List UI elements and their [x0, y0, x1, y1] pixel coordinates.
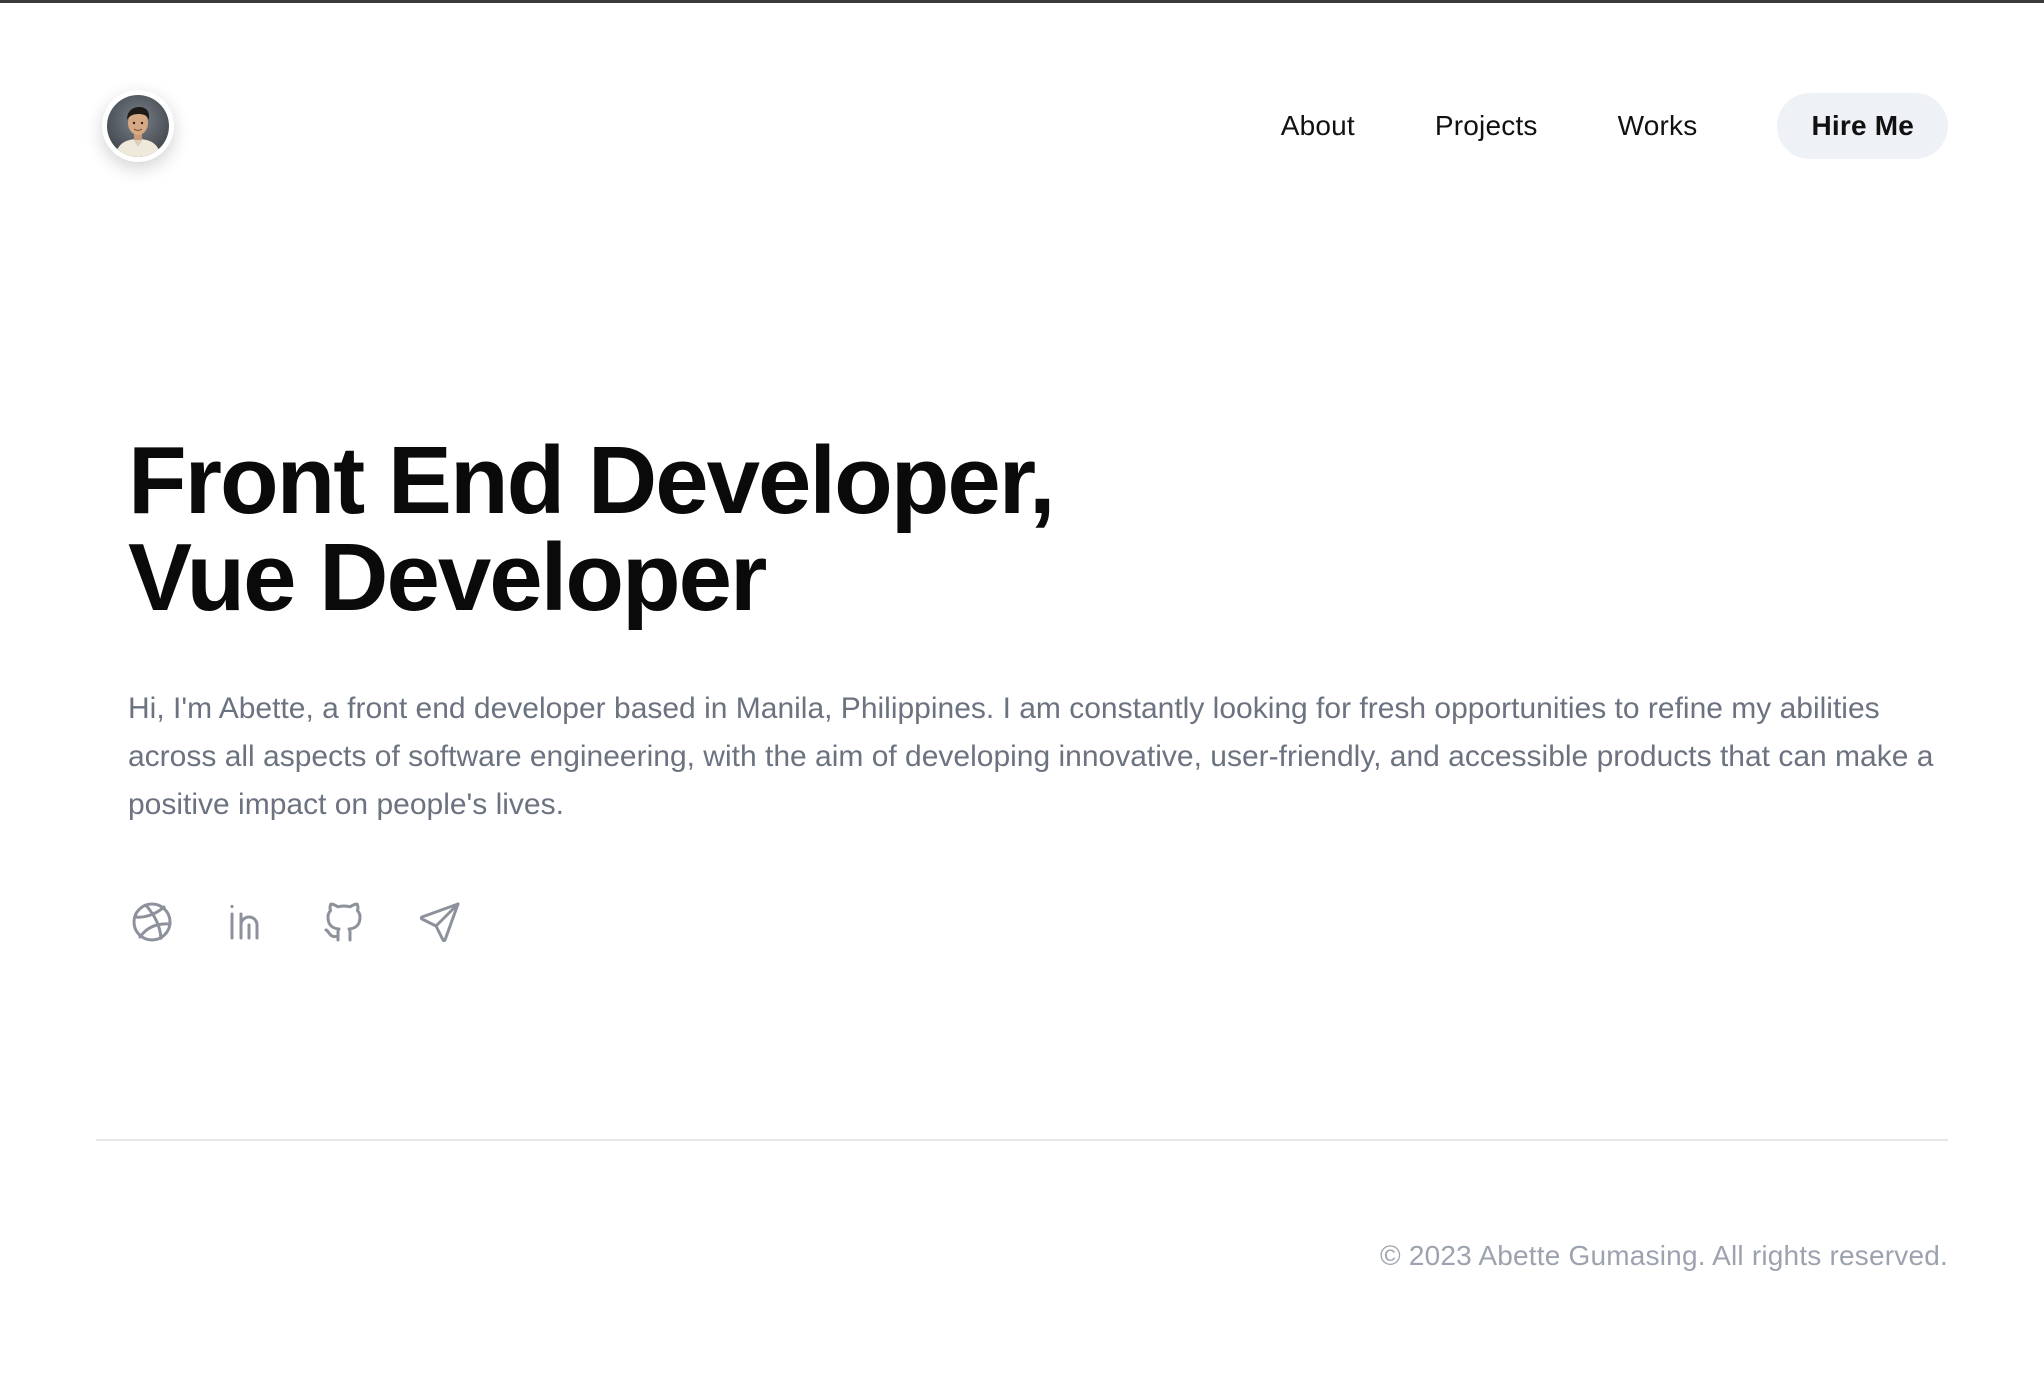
social-links [128, 898, 512, 946]
hero-title-line1: Front End Developer, [128, 427, 1055, 534]
dribbble-icon[interactable] [128, 898, 176, 946]
hero-title-line2: Vue Developer [128, 524, 767, 631]
browser-top-border [0, 0, 2044, 3]
avatar[interactable] [102, 90, 174, 162]
nav-works-link[interactable]: Works [1618, 110, 1698, 142]
hero-section: Front End Developer, Vue Developer Hi, I… [128, 432, 1958, 829]
linkedin-icon[interactable] [224, 898, 272, 946]
nav-about-link[interactable]: About [1281, 110, 1355, 142]
hero-title: Front End Developer, Vue Developer [128, 432, 1958, 626]
hire-me-button[interactable]: Hire Me [1777, 93, 1948, 159]
hero-description: Hi, I'm Abette, a front end developer ba… [128, 692, 1934, 821]
send-icon[interactable] [416, 898, 464, 946]
footer-divider [96, 1139, 1948, 1141]
profile-photo-icon [107, 95, 169, 157]
github-icon[interactable] [320, 898, 368, 946]
footer-copyright: © 2023 Abette Gumasing. All rights reser… [1380, 1240, 1948, 1271]
nav-projects-link[interactable]: Projects [1435, 110, 1538, 142]
main-nav: About Projects Works Hire Me [1281, 93, 1948, 159]
site-header: About Projects Works Hire Me [96, 86, 1948, 166]
